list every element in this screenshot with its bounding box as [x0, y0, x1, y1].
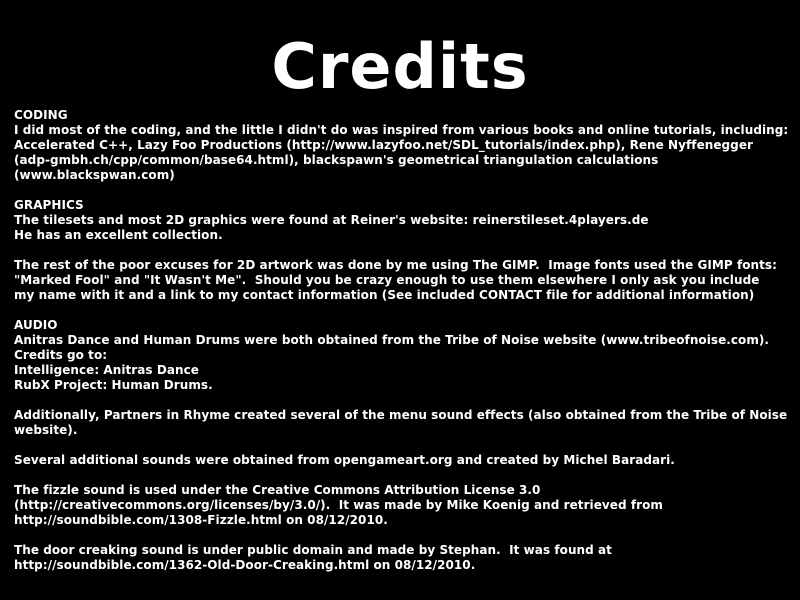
section-heading-coding: CODING: [14, 108, 68, 122]
credits-body: CODING I did most of the coding, and the…: [14, 108, 794, 573]
audio-fizzle-line: (http://creativecommons.org/licenses/by/…: [14, 498, 663, 512]
credits-title: Credits: [271, 30, 529, 103]
audio-partners-line: Additionally, Partners in Rhyme created …: [14, 408, 788, 422]
section-heading-graphics: GRAPHICS: [14, 198, 84, 212]
graphics-extra-line: my name with it and a link to my contact…: [14, 288, 755, 302]
graphics-extra-line: The rest of the poor excuses for 2D artw…: [14, 258, 777, 272]
coding-line: (adp-gmbh.ch/cpp/common/base64.html), bl…: [14, 153, 659, 167]
audio-door-line: http://soundbible.com/1362-Old-Door-Crea…: [14, 558, 476, 572]
audio-fizzle-line: The fizzle sound is used under the Creat…: [14, 483, 541, 497]
audio-line: RubX Project: Human Drums.: [14, 378, 213, 392]
audio-line: Anitras Dance and Human Drums were both …: [14, 333, 770, 347]
audio-line: Credits go to:: [14, 348, 108, 362]
audio-partners-line: website).: [14, 423, 78, 437]
graphics-extra-line: "Marked Fool" and "It Wasn't Me". Should…: [14, 273, 760, 287]
coding-line: Accelerated C++, Lazy Foo Productions (h…: [14, 138, 753, 152]
audio-opengameart-line: Several additional sounds were obtained …: [14, 453, 675, 467]
coding-line: (www.blackspwan.com): [14, 168, 175, 182]
audio-line: Intelligence: Anitras Dance: [14, 363, 199, 377]
graphics-line: The tilesets and most 2D graphics were f…: [14, 213, 649, 227]
audio-fizzle-line: http://soundbible.com/1308-Fizzle.html o…: [14, 513, 388, 527]
section-heading-audio: AUDIO: [14, 318, 58, 332]
graphics-line: He has an excellent collection.: [14, 228, 223, 242]
coding-line: I did most of the coding, and the little…: [14, 123, 789, 137]
audio-door-line: The door creaking sound is under public …: [14, 543, 612, 557]
